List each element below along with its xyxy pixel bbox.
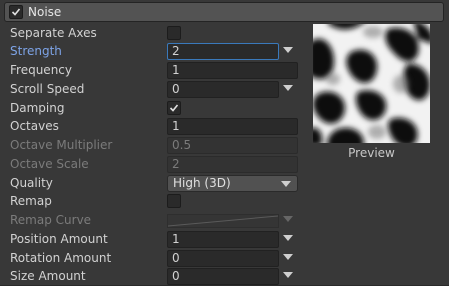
- noise-module-header[interactable]: Noise: [4, 2, 444, 22]
- quality-row: Quality High (3D): [0, 175, 449, 193]
- octave-scale-input: 2: [167, 156, 298, 173]
- octave-scale-label: Octave Scale: [10, 157, 89, 171]
- quality-dropdown-value: High (3D): [173, 176, 231, 190]
- octaves-label: Octaves: [10, 119, 59, 133]
- quality-dropdown[interactable]: High (3D): [167, 175, 298, 192]
- size-amount-label: Size Amount: [10, 269, 86, 283]
- curve-preview-icon: [167, 215, 279, 227]
- checkmark-icon: [11, 8, 21, 16]
- scroll-speed-label: Scroll Speed: [10, 82, 85, 96]
- damping-checkbox[interactable]: [167, 101, 181, 115]
- remap-curve-label: Remap Curve: [10, 213, 92, 227]
- remap-curve-row: Remap Curve: [0, 212, 449, 230]
- module-enabled-checkbox[interactable]: [9, 5, 23, 19]
- strength-curve-dropdown-icon[interactable]: [283, 47, 293, 53]
- checkmark-icon: [169, 104, 179, 112]
- chevron-down-icon: [281, 181, 291, 187]
- noise-preview-image: [313, 24, 430, 143]
- remap-row: Remap: [0, 193, 449, 211]
- octave-multiplier-input: 0.5: [167, 137, 298, 154]
- size-amount-row: Size Amount 0: [0, 268, 449, 286]
- separate-axes-label: Separate Axes: [10, 26, 97, 40]
- rotation-amount-row: Rotation Amount 0: [0, 250, 449, 268]
- damping-label: Damping: [10, 101, 65, 115]
- position-amount-input[interactable]: 1: [167, 231, 279, 248]
- remap-label: Remap: [10, 194, 52, 208]
- position-amount-curve-dropdown-icon[interactable]: [283, 235, 293, 241]
- strength-label: Strength: [10, 44, 62, 58]
- octave-multiplier-label: Octave Multiplier: [10, 138, 113, 152]
- strength-input[interactable]: 2: [167, 43, 279, 60]
- remap-curve-dropdown-icon: [283, 216, 293, 222]
- position-amount-label: Position Amount: [10, 232, 108, 246]
- position-amount-row: Position Amount 1: [0, 231, 449, 249]
- remap-curve-field: [167, 214, 279, 228]
- size-amount-curve-dropdown-icon[interactable]: [283, 272, 293, 278]
- scroll-speed-curve-dropdown-icon[interactable]: [283, 85, 293, 91]
- noise-texture-image: [313, 24, 430, 143]
- module-title: Noise: [28, 5, 62, 19]
- separate-axes-checkbox[interactable]: [167, 26, 181, 40]
- rotation-amount-label: Rotation Amount: [10, 251, 112, 265]
- frequency-label: Frequency: [10, 63, 72, 77]
- size-amount-input[interactable]: 0: [167, 268, 279, 285]
- preview-label: Preview: [348, 146, 395, 160]
- octaves-input[interactable]: 1: [167, 118, 298, 135]
- rotation-amount-input[interactable]: 0: [167, 250, 279, 267]
- quality-label: Quality: [10, 176, 53, 190]
- remap-checkbox[interactable]: [167, 194, 181, 208]
- rotation-amount-curve-dropdown-icon[interactable]: [283, 254, 293, 260]
- frequency-input[interactable]: 1: [167, 62, 298, 79]
- scroll-speed-input[interactable]: 0: [167, 81, 279, 98]
